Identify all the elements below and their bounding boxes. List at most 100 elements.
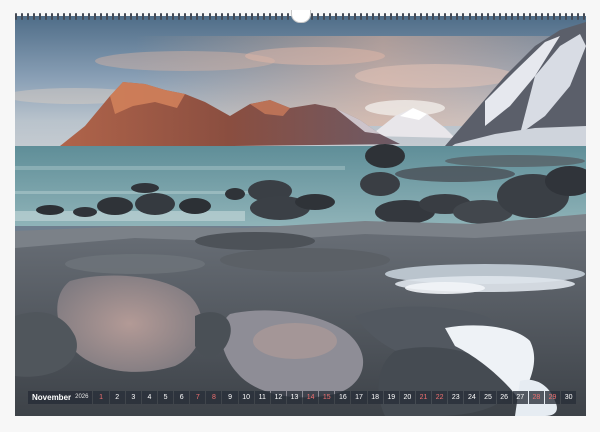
day-cell: 28	[528, 391, 544, 404]
binding-ring	[57, 12, 60, 20]
day-cell: 5	[157, 391, 174, 404]
day-cell: 1	[93, 391, 109, 404]
binding-ring	[184, 12, 187, 20]
binding-ring	[353, 12, 356, 20]
day-cell: 21	[415, 391, 432, 404]
binding-ring	[402, 12, 404, 20]
binding-ring	[426, 12, 429, 20]
binding-ring	[528, 12, 531, 20]
binding-ring	[522, 12, 525, 20]
binding-ring	[51, 12, 54, 20]
binding-ring	[311, 12, 314, 20]
binding-ring	[571, 12, 574, 20]
binding-ring	[371, 12, 374, 20]
month-label: November	[28, 391, 76, 404]
day-cell: 29	[544, 391, 561, 404]
landscape-photo	[15, 16, 586, 416]
binding-ring	[105, 12, 108, 20]
binding-ring	[202, 12, 205, 20]
binding-ring	[474, 12, 477, 20]
binding-ring	[583, 12, 586, 20]
day-cell: 8	[206, 391, 222, 404]
calendar-strip: November 2026 1 2 3 4 5 6 7 8 9 10 11 12 13 14 15 16 17 1…	[28, 391, 577, 404]
binding-ring	[141, 12, 144, 20]
day-cell: 2	[109, 391, 125, 404]
binding-ring	[468, 12, 471, 20]
year-label: 2026	[75, 391, 93, 404]
binding-ring	[45, 12, 48, 20]
binding-ring	[510, 12, 513, 20]
day-cell: 16	[335, 391, 351, 404]
binding-ring	[516, 12, 519, 20]
binding-ring	[323, 12, 326, 20]
binding-ring	[220, 12, 223, 20]
binding-ring	[486, 12, 489, 20]
binding-ring	[166, 12, 169, 20]
day-cell: 22	[432, 391, 448, 404]
binding-ring	[214, 12, 217, 20]
binding-ring	[87, 12, 90, 20]
binding-ring	[444, 12, 447, 20]
binding-ring	[504, 12, 507, 20]
binding-ring	[69, 12, 72, 20]
binding-ring	[75, 12, 78, 20]
binding-ring	[178, 12, 181, 20]
binding-ring	[492, 12, 495, 20]
binding-ring	[27, 12, 30, 20]
binding-ring	[63, 12, 66, 20]
day-cells: 1 2 3 4 5 6 7 8 9 10 11 12 13 14 15 16 17 18 19 20 21 22 23 24 2…	[93, 391, 577, 404]
day-cell: 25	[480, 391, 496, 404]
binding-ring	[365, 12, 368, 20]
binding-ring	[172, 12, 175, 20]
binding-ring	[359, 12, 362, 20]
binding-ring	[317, 12, 320, 20]
binding-ring	[565, 12, 568, 20]
binding-ring	[123, 12, 126, 20]
binding-ring	[462, 12, 465, 20]
binding-ring	[438, 12, 441, 20]
binding-ring	[160, 12, 163, 20]
binding-ring	[208, 12, 211, 20]
day-cell: 10	[238, 391, 254, 404]
binding-ring	[389, 12, 392, 20]
day-cell: 17	[351, 391, 367, 404]
binding-ring	[287, 12, 290, 20]
day-cell: 19	[383, 391, 399, 404]
binding-ring	[256, 12, 259, 20]
lofoten-beach-image	[15, 16, 586, 416]
binding-ring	[262, 12, 265, 20]
binding-ring	[117, 12, 120, 20]
day-cell: 9	[222, 391, 238, 404]
binding-ring	[148, 12, 151, 20]
binding-ring	[190, 12, 193, 20]
binding-ring	[226, 12, 229, 20]
binding-ring	[196, 12, 199, 20]
binding-ring	[383, 12, 386, 20]
binding-ring	[480, 12, 483, 20]
binding-ring	[456, 12, 459, 20]
binding-ring	[33, 12, 36, 20]
day-cell: 4	[141, 391, 157, 404]
binding-ring	[244, 12, 247, 20]
day-cell: 12	[270, 391, 286, 404]
day-cell: 13	[286, 391, 303, 404]
binding-ring	[39, 12, 42, 20]
binding-ring	[341, 12, 344, 20]
day-cell: 30	[561, 391, 577, 404]
binding-ring	[111, 12, 114, 20]
day-cell: 20	[399, 391, 415, 404]
binding-ring	[329, 12, 332, 20]
day-cell: 11	[254, 391, 270, 404]
binding-ring	[377, 12, 380, 20]
binding-ring	[498, 12, 501, 20]
day-cell: 24	[464, 391, 480, 404]
binding-ring	[553, 12, 556, 20]
binding-ring	[21, 12, 24, 20]
day-cell: 15	[319, 391, 335, 404]
binding-ring	[420, 12, 423, 20]
day-cell: 14	[303, 391, 319, 404]
binding-ring	[275, 12, 278, 20]
binding-ring	[414, 12, 417, 20]
binding-ring	[395, 12, 398, 20]
binding-ring	[154, 12, 157, 20]
